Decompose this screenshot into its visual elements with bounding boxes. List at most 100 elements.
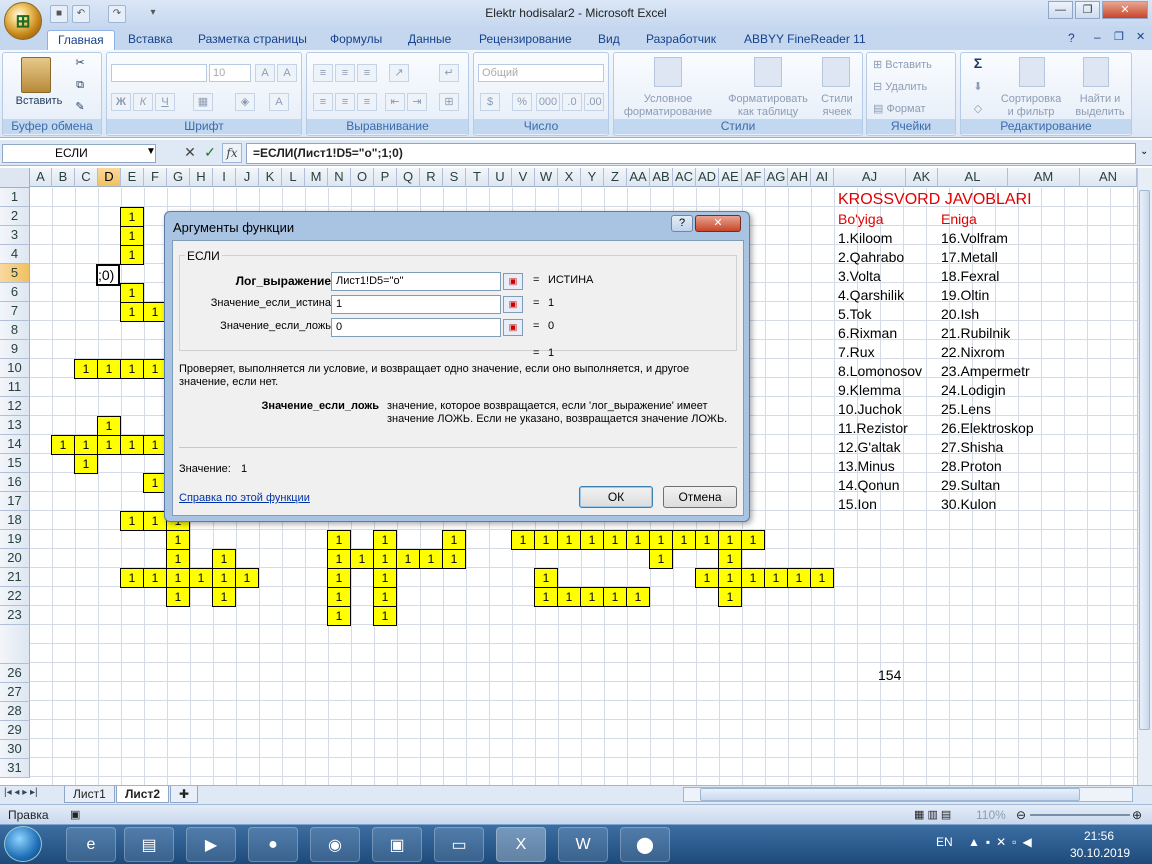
column-header[interactable]: N [328, 168, 351, 187]
increase-indent-icon[interactable]: ⇥ [407, 93, 427, 111]
decrease-decimal-icon[interactable]: .00 [584, 93, 604, 111]
percent-button[interactable]: % [512, 93, 532, 111]
row-header[interactable]: 31 [0, 759, 30, 778]
column-header[interactable]: C [75, 168, 98, 187]
row-header[interactable]: 27 [0, 683, 30, 702]
borders-icon[interactable]: ▦ [193, 93, 213, 111]
row-header[interactable]: 26 [0, 664, 30, 683]
enter-icon[interactable]: ✓ [200, 143, 220, 163]
arg-input-false[interactable]: 0 [331, 318, 501, 337]
insert-function-icon[interactable]: fx [222, 143, 242, 163]
column-header[interactable]: D [98, 168, 121, 187]
answer-item[interactable]: 4.Qarshilik [838, 287, 904, 303]
crossword-cell[interactable]: 1 [97, 359, 121, 379]
ribbon-restore-icon[interactable]: ❐ [1114, 30, 1124, 43]
answer-item[interactable]: 8.Lomonosov [838, 363, 922, 379]
column-header[interactable]: Q [397, 168, 420, 187]
cut-icon[interactable]: ✂ [73, 57, 87, 70]
crossword-cell[interactable]: 1 [534, 587, 558, 607]
crossword-cell[interactable]: 1 [166, 530, 190, 550]
currency-icon[interactable]: $ [480, 93, 500, 111]
column-header[interactable]: J [236, 168, 259, 187]
align-right-icon[interactable]: ≡ [357, 93, 377, 111]
cell-styles-icon[interactable] [822, 57, 850, 87]
crossword-cell[interactable]: 1 [557, 587, 581, 607]
crossword-cell[interactable]: 1 [189, 568, 213, 588]
crossword-cell[interactable]: 1 [580, 530, 604, 550]
crossword-cell[interactable]: 1 [741, 530, 765, 550]
crossword-cell[interactable]: 1 [51, 435, 75, 455]
crossword-cell[interactable]: 1 [97, 435, 121, 455]
vertical-scroll-thumb[interactable] [1139, 190, 1150, 730]
crossword-cell[interactable]: 1 [419, 549, 443, 569]
answer-item[interactable]: 2.Qahrabo [838, 249, 904, 265]
sort-filter-button[interactable]: Сортировка и фильтр [995, 93, 1067, 119]
crossword-cell[interactable]: 1 [810, 568, 834, 588]
answer-item[interactable]: 26.Elektroskop [941, 420, 1034, 436]
tray-icons[interactable]: ▲▪✕▫◀ [968, 835, 1038, 849]
answer-item[interactable]: 18.Fexral [941, 268, 999, 284]
expand-formula-icon[interactable]: ⌄ [1140, 146, 1148, 157]
row-header[interactable]: 10 [0, 359, 30, 378]
column-header[interactable]: AA [627, 168, 650, 187]
crossword-cell[interactable]: 1 [396, 549, 420, 569]
format-table-icon[interactable] [754, 57, 782, 87]
crossword-cell[interactable]: 1 [166, 587, 190, 607]
answer-item[interactable]: 16.Volfram [941, 230, 1008, 246]
zoom-in-icon[interactable]: ⊕ [1132, 806, 1142, 824]
sheet-nav-icons[interactable]: |◂ ◂ ▸ ▸| [4, 787, 38, 798]
help-icon[interactable]: ? [1068, 31, 1075, 45]
row-header[interactable]: 22 [0, 587, 30, 606]
answer-item[interactable]: 7.Rux [838, 344, 875, 360]
crossword-cell[interactable]: 1 [235, 568, 259, 588]
arg-input-logical[interactable]: Лист1!D5="о" [331, 272, 501, 291]
row-header[interactable]: 23 [0, 606, 30, 625]
answer-item[interactable]: 5.Tok [838, 306, 871, 322]
crossword-cell[interactable]: 1 [534, 530, 558, 550]
answer-item[interactable]: 27.Shisha [941, 439, 1003, 455]
conditional-format-icon[interactable] [654, 57, 682, 87]
row-header[interactable]: 17 [0, 492, 30, 511]
row-header[interactable]: 11 [0, 378, 30, 397]
column-header[interactable]: AF [742, 168, 765, 187]
answer-item[interactable]: 23.Ampermetr [941, 363, 1030, 379]
tab-home[interactable]: Главная [47, 30, 115, 50]
crossword-cell[interactable]: 1 [327, 606, 351, 626]
ribbon-close-icon[interactable]: ✕ [1136, 30, 1145, 43]
column-header[interactable]: AD [696, 168, 719, 187]
row-header[interactable]: 16 [0, 473, 30, 492]
cell-styles-button[interactable]: Стили ячеек [814, 93, 860, 119]
row-header[interactable]: 28 [0, 702, 30, 721]
minimize-button[interactable]: — [1048, 1, 1073, 19]
crossword-cell[interactable]: 1 [649, 549, 673, 569]
word-icon[interactable]: W [558, 827, 608, 862]
crossword-cell[interactable]: 1 [120, 568, 144, 588]
column-header[interactable]: B [52, 168, 75, 187]
answer-item[interactable]: 22.Nixrom [941, 344, 1005, 360]
start-button[interactable] [4, 826, 42, 862]
crossword-cell[interactable]: 1 [212, 568, 236, 588]
crossword-cell[interactable]: 1 [350, 549, 374, 569]
media-icon[interactable]: ▶ [186, 827, 236, 862]
zoom-level[interactable]: 110% [976, 806, 1006, 824]
close-button[interactable]: ✕ [1102, 1, 1148, 19]
delete-cells-button[interactable]: ⊟ Удалить [873, 81, 953, 94]
cancel-button[interactable]: Отмена [663, 486, 737, 508]
name-box[interactable]: ЕСЛИ [2, 144, 156, 163]
answer-item[interactable]: 25.Lens [941, 401, 991, 417]
answer-item[interactable]: 21.Rubilnik [941, 325, 1010, 341]
insert-cells-button[interactable]: ⊞ Вставить [873, 59, 953, 72]
insert-sheet-icon[interactable]: ✚ [170, 786, 199, 803]
font-size-combo[interactable]: 10 [209, 64, 251, 82]
merge-center-icon[interactable]: ⊞ [439, 93, 459, 111]
sheet-tab-2[interactable]: Лист2 [116, 786, 170, 803]
answer-item[interactable]: 3.Volta [838, 268, 881, 284]
column-header[interactable]: V [512, 168, 535, 187]
crossword-cell[interactable]: 1 [120, 245, 144, 265]
row-header[interactable]: 19 [0, 530, 30, 549]
answer-item[interactable]: 12.G'altak [838, 439, 901, 455]
wrap-text-icon[interactable]: ↵ [439, 64, 459, 82]
column-header[interactable]: AG [765, 168, 788, 187]
column-header[interactable]: K [259, 168, 282, 187]
font-color-icon[interactable]: A [269, 93, 289, 111]
